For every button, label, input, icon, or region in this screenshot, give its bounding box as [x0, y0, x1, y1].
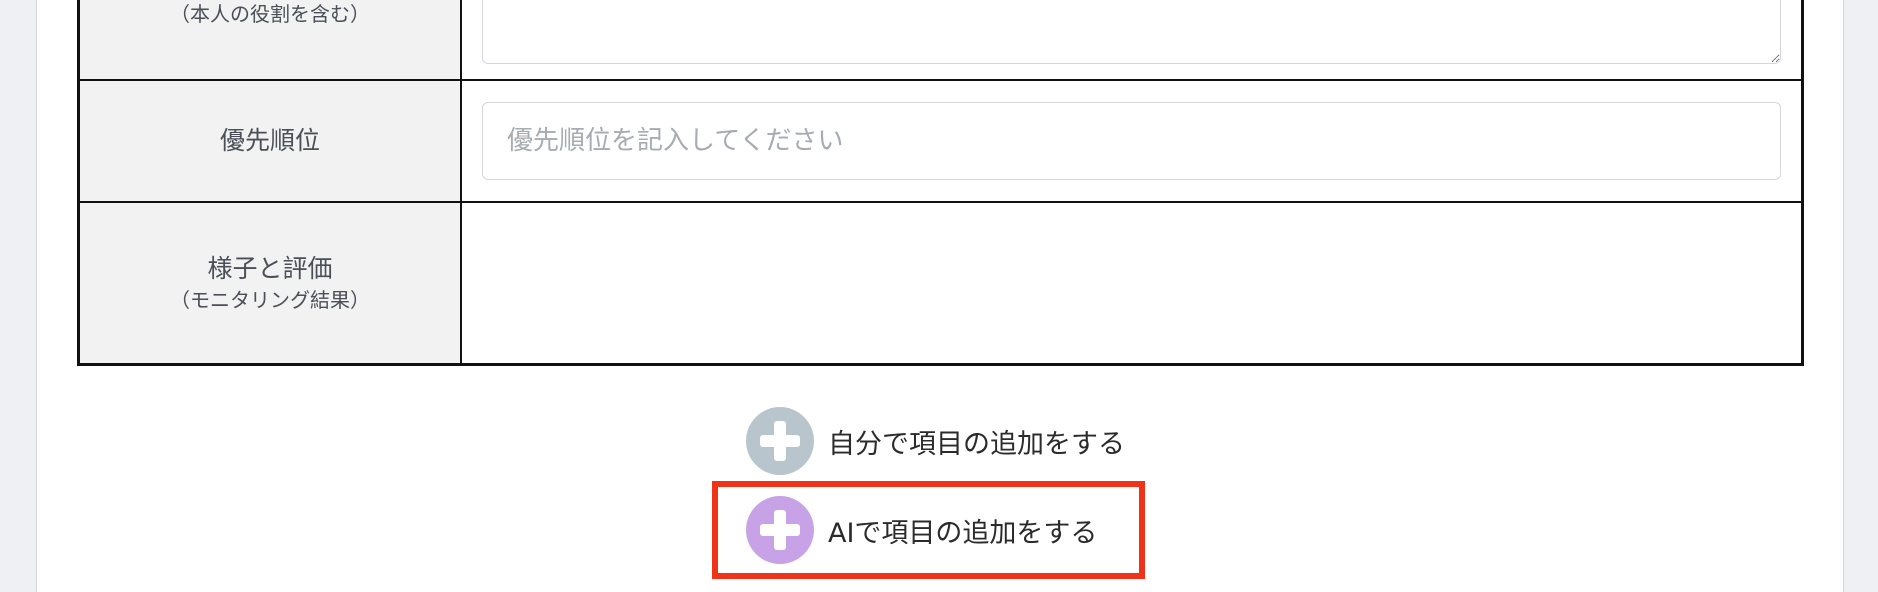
priority-label-cell: 優先順位 — [77, 78, 462, 203]
plus-icon — [746, 496, 814, 564]
role-value-cell — [460, 0, 1804, 81]
table-row-priority: 優先順位 — [77, 78, 1804, 203]
evaluation-value-cell[interactable] — [460, 200, 1804, 366]
table-row-evaluation: 様子と評価 （モニタリング結果） — [77, 200, 1804, 366]
role-label-sub: （本人の役割を含む） — [170, 1, 370, 26]
role-input[interactable] — [482, 0, 1781, 64]
priority-label: 優先順位 — [219, 125, 320, 155]
table-row-role: （本人の役割を含む） — [77, 0, 1804, 81]
support-plan-table: （本人の役割を含む） 優先順位 様子と評価 （モニタリング結果） — [77, 0, 1804, 366]
priority-value-cell — [460, 78, 1804, 203]
evaluation-label-sub: （モニタリング結果） — [170, 287, 370, 312]
priority-input[interactable] — [482, 101, 1781, 180]
add-item-manually-label: 自分で項目の追加をする — [828, 428, 1125, 460]
role-label-cell: （本人の役割を含む） — [77, 0, 462, 81]
evaluation-label: 様子と評価 — [207, 253, 333, 283]
add-item-ai-button[interactable]: AIで項目の追加をする — [746, 496, 1097, 564]
evaluation-label-cell: 様子と評価 （モニタリング結果） — [77, 200, 462, 366]
plus-icon — [746, 407, 814, 475]
add-item-manually-button[interactable]: 自分で項目の追加をする — [746, 407, 1125, 475]
add-item-ai-label: AIで項目の追加をする — [828, 517, 1098, 549]
